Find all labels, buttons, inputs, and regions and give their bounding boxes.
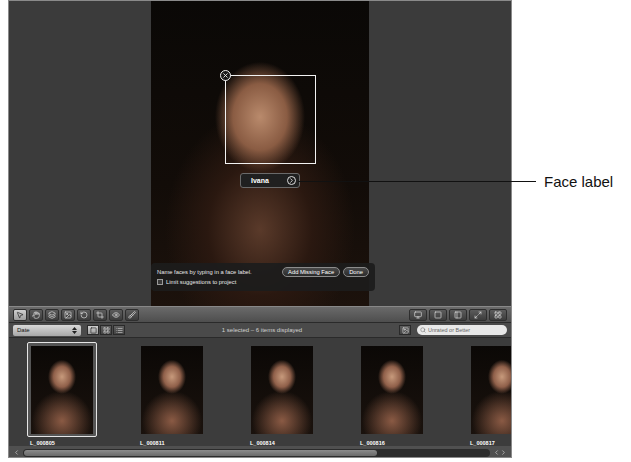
view-icon: [454, 311, 462, 319]
checkbox-label: Limit suggestions to project: [166, 279, 236, 285]
thumbnail[interactable]: L_000805: [27, 342, 97, 446]
scroll-thumb[interactable]: [24, 450, 377, 456]
thumbnail-image: [361, 346, 423, 434]
hud-buttons: Add Missing FaceDone: [282, 267, 369, 277]
thumbnail[interactable]: L_000811: [137, 342, 207, 446]
photo: Ivana: [151, 1, 369, 306]
sort-popup[interactable]: Date: [13, 325, 81, 336]
thumbnail-frame: [467, 342, 511, 437]
thumbnail-frame: [247, 342, 317, 437]
tool-icon: [64, 311, 72, 319]
toolbar: [9, 306, 511, 323]
search-field[interactable]: Unrated or Better: [417, 325, 507, 335]
view-modes: [87, 325, 125, 335]
scrollbar: [9, 446, 511, 458]
status-text: 1 selected – 6 items displayed: [131, 327, 393, 333]
view-button[interactable]: [489, 309, 507, 321]
view-button[interactable]: [409, 309, 427, 321]
callout-label: Face label: [544, 173, 613, 190]
thumbnail-image: [471, 346, 511, 434]
tool-group: [13, 309, 139, 321]
scroll-arrows[interactable]: [493, 449, 507, 456]
updown-arrows-icon: [72, 327, 77, 334]
limit-checkbox[interactable]: [157, 279, 163, 285]
thumbnail[interactable]: L_000817: [467, 342, 511, 446]
tool-icon: [112, 311, 120, 319]
callout-line: [298, 181, 536, 182]
thumbnail-image: [31, 346, 93, 434]
aperture-window: Ivana Name faces by typing in a face labe…: [8, 0, 512, 458]
view-mode-icon: [103, 327, 110, 334]
search-icon: [420, 327, 426, 333]
callout: Face label: [298, 173, 613, 190]
viewer: Ivana Name faces by typing in a face labe…: [9, 1, 511, 306]
tool-button[interactable]: [77, 309, 91, 321]
thumbnail-image: [141, 346, 203, 434]
filter-icon: [402, 327, 409, 334]
hud-button[interactable]: Done: [343, 267, 369, 277]
view-mode-button[interactable]: [87, 325, 99, 335]
tool-icon: [128, 311, 136, 319]
thumbnail[interactable]: L_000814: [247, 342, 317, 446]
tool-icon: [96, 311, 104, 319]
view-mode-icon: [116, 327, 123, 334]
view-button[interactable]: [469, 309, 487, 321]
thumbnail-image: [251, 346, 313, 434]
tool-button[interactable]: [13, 309, 27, 321]
tool-icon: [16, 311, 24, 319]
faces-hud: Name faces by typing in a face label. Add…: [151, 263, 375, 291]
view-icon: [494, 311, 502, 319]
view-icon: [414, 311, 422, 319]
view-button[interactable]: [449, 309, 467, 321]
browser-bar: Date 1 selected – 6 items displayed Unrate…: [9, 323, 511, 338]
page: Ivana Name faces by typing in a face labe…: [0, 0, 631, 462]
limit-checkbox-row[interactable]: Limit suggestions to project: [157, 279, 369, 285]
thumbnail-frame: [137, 342, 207, 437]
tool-button[interactable]: [45, 309, 59, 321]
thumbnail-frame: [27, 342, 97, 437]
scroll-track[interactable]: [23, 449, 490, 457]
hud-button[interactable]: Add Missing Face: [282, 267, 340, 277]
tool-button[interactable]: [125, 309, 139, 321]
view-icon: [434, 311, 442, 319]
chevron-right-icon: [500, 449, 507, 456]
tool-button[interactable]: [109, 309, 123, 321]
chevron-left-icon: [13, 449, 20, 456]
tool-icon: [32, 311, 40, 319]
hud-row: Name faces by typing in a face label. Add…: [157, 267, 369, 277]
chevron-left-icon: [493, 449, 500, 456]
sort-label: Date: [17, 327, 30, 333]
filmstrip: L_000805 L_000811 L_000814 L_000816 L_000817: [9, 338, 511, 446]
search-placeholder: Unrated or Better: [428, 327, 470, 333]
view-mode-button[interactable]: [100, 325, 112, 335]
view-group: [409, 309, 507, 321]
thumbnail[interactable]: L_000816: [357, 342, 427, 446]
tool-icon: [48, 311, 56, 319]
face-label[interactable]: Ivana: [240, 173, 300, 188]
chevron-right-icon: [288, 177, 295, 184]
remove-face-button[interactable]: [220, 70, 231, 81]
view-mode-icon: [90, 327, 97, 334]
view-mode-button[interactable]: [113, 325, 125, 335]
tool-button[interactable]: [29, 309, 43, 321]
hud-instruction: Name faces by typing in a face label.: [157, 269, 252, 275]
zoom-arrows[interactable]: [13, 449, 20, 456]
view-button[interactable]: [429, 309, 447, 321]
tool-button[interactable]: [61, 309, 75, 321]
thumbnail-frame: [357, 342, 427, 437]
face-name: Ivana: [251, 177, 269, 184]
tool-button[interactable]: [93, 309, 107, 321]
face-info-button[interactable]: [287, 176, 296, 185]
view-icon: [474, 311, 482, 319]
tool-icon: [80, 311, 88, 319]
close-icon: [222, 72, 229, 79]
face-box[interactable]: [225, 75, 316, 164]
filter-button[interactable]: [399, 325, 411, 335]
